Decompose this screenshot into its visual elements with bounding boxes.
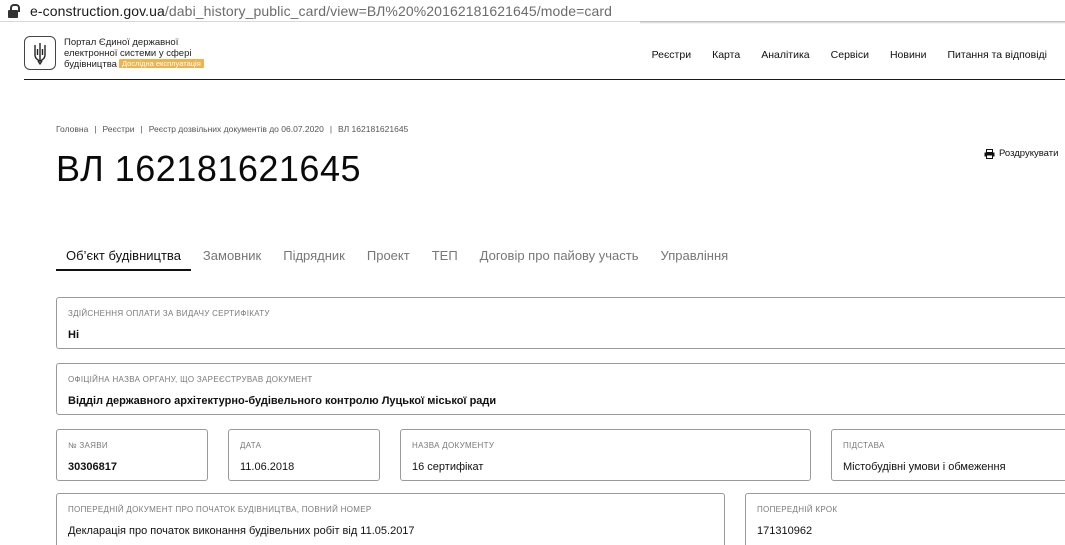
beta-badge: Дослідна експлуатація — [118, 59, 204, 69]
tab-bar: Об’єкт будівництва Замовник Підрядник Пр… — [56, 244, 740, 271]
nav-faq[interactable]: Питання та відповіді — [947, 49, 1047, 61]
lock-icon — [8, 3, 20, 18]
portal-title-line1: Портал Єдиної державної — [64, 37, 179, 48]
url-text[interactable]: e-construction.gov.ua/dabi_history_publi… — [30, 3, 612, 19]
browser-address-bar[interactable]: e-construction.gov.ua/dabi_history_publi… — [0, 0, 1065, 22]
tab-management[interactable]: Управління — [651, 244, 739, 271]
field-value: 11.06.2018 — [240, 461, 295, 473]
tab-project[interactable]: Проект — [357, 244, 420, 271]
field-label: № заяви — [68, 441, 108, 450]
breadcrumb-separator: | — [140, 124, 143, 134]
tab-equity-agreement[interactable]: Договір про пайову участь — [470, 244, 649, 271]
previous-document-field: Попередній документ про початок будівниц… — [56, 493, 725, 545]
field-value: Ні — [68, 329, 79, 341]
previous-step-field: Попередній крок 171310962 — [745, 493, 1065, 545]
breadcrumb-registries[interactable]: Реєстри — [103, 124, 135, 134]
breadcrumb: Головна | Реєстри | Реєстр дозвільних докуме… — [56, 124, 408, 134]
field-label: Попередній документ про початок будівниц… — [68, 505, 372, 514]
nav-registries[interactable]: Реєстри — [652, 49, 692, 61]
main-nav: Реєстри Карта Аналітика Сервіси Новини П… — [652, 49, 1047, 61]
payment-field: Здійснення оплати за видачу сертифікату … — [56, 297, 1065, 349]
nav-analytics[interactable]: Аналітика — [761, 49, 809, 61]
site-logo[interactable] — [24, 36, 56, 70]
print-button[interactable]: Роздрукувати — [984, 148, 1058, 159]
field-value: Відділ державного архітектурно-будівельн… — [68, 395, 497, 407]
page-title: ВЛ 162181621645 — [56, 148, 361, 189]
portal-title-line2: електронної системи у сфері — [64, 47, 192, 59]
tab-construction-object[interactable]: Об’єкт будівництва — [56, 244, 191, 271]
tab-contractor[interactable]: Підрядник — [273, 244, 355, 271]
field-value: 16 сертифікат — [412, 461, 484, 473]
field-label: Здійснення оплати за видачу сертифікату — [68, 309, 270, 318]
field-value: Декларація про початок виконання будівел… — [68, 525, 415, 537]
tab-customer[interactable]: Замовник — [193, 244, 271, 271]
field-label: Підстава — [843, 441, 885, 450]
field-label: Офіційна назва органу, що зареєстрував д… — [68, 375, 313, 384]
portal-title-line3: будівництва — [64, 59, 117, 71]
field-value: Містобудівні умови і обмеження — [843, 461, 1006, 473]
field-value: 171310962 — [757, 525, 813, 537]
field-label: Дата — [240, 441, 262, 450]
field-label: Попередній крок — [757, 505, 838, 514]
printer-icon — [984, 148, 995, 159]
nav-services[interactable]: Сервіси — [831, 49, 869, 61]
document-name-field: Назва документу 16 сертифікат — [400, 429, 811, 481]
date-field: Дата 11.06.2018 — [228, 429, 380, 481]
basis-field: Підстава Містобудівні умови і обмеження — [831, 429, 1065, 481]
application-number-field: № заяви 30306817 — [56, 429, 208, 481]
field-value: 30306817 — [68, 461, 117, 473]
tab-tep[interactable]: ТЕП — [422, 244, 468, 271]
portal-title[interactable]: Портал Єдиної державної електронної сист… — [64, 37, 234, 71]
trident-icon — [34, 43, 46, 65]
authority-field: Офіційна назва органу, що зареєстрував д… — [56, 363, 1065, 415]
breadcrumb-separator: | — [329, 124, 333, 134]
print-label: Роздрукувати — [999, 148, 1059, 159]
breadcrumb-current: ВЛ 162181621645 — [338, 124, 409, 134]
nav-map[interactable]: Карта — [712, 49, 740, 61]
site-header: Портал Єдиної державної електронної сист… — [24, 36, 1065, 80]
field-label: Назва документу — [412, 441, 495, 450]
breadcrumb-home[interactable]: Головна — [56, 124, 88, 134]
nav-news[interactable]: Новини — [890, 49, 927, 61]
toolbar-shadow — [640, 21, 1065, 24]
breadcrumb-registry[interactable]: Реєстр дозвільних документів до 06.07.20… — [149, 124, 324, 134]
breadcrumb-separator: | — [94, 124, 97, 134]
